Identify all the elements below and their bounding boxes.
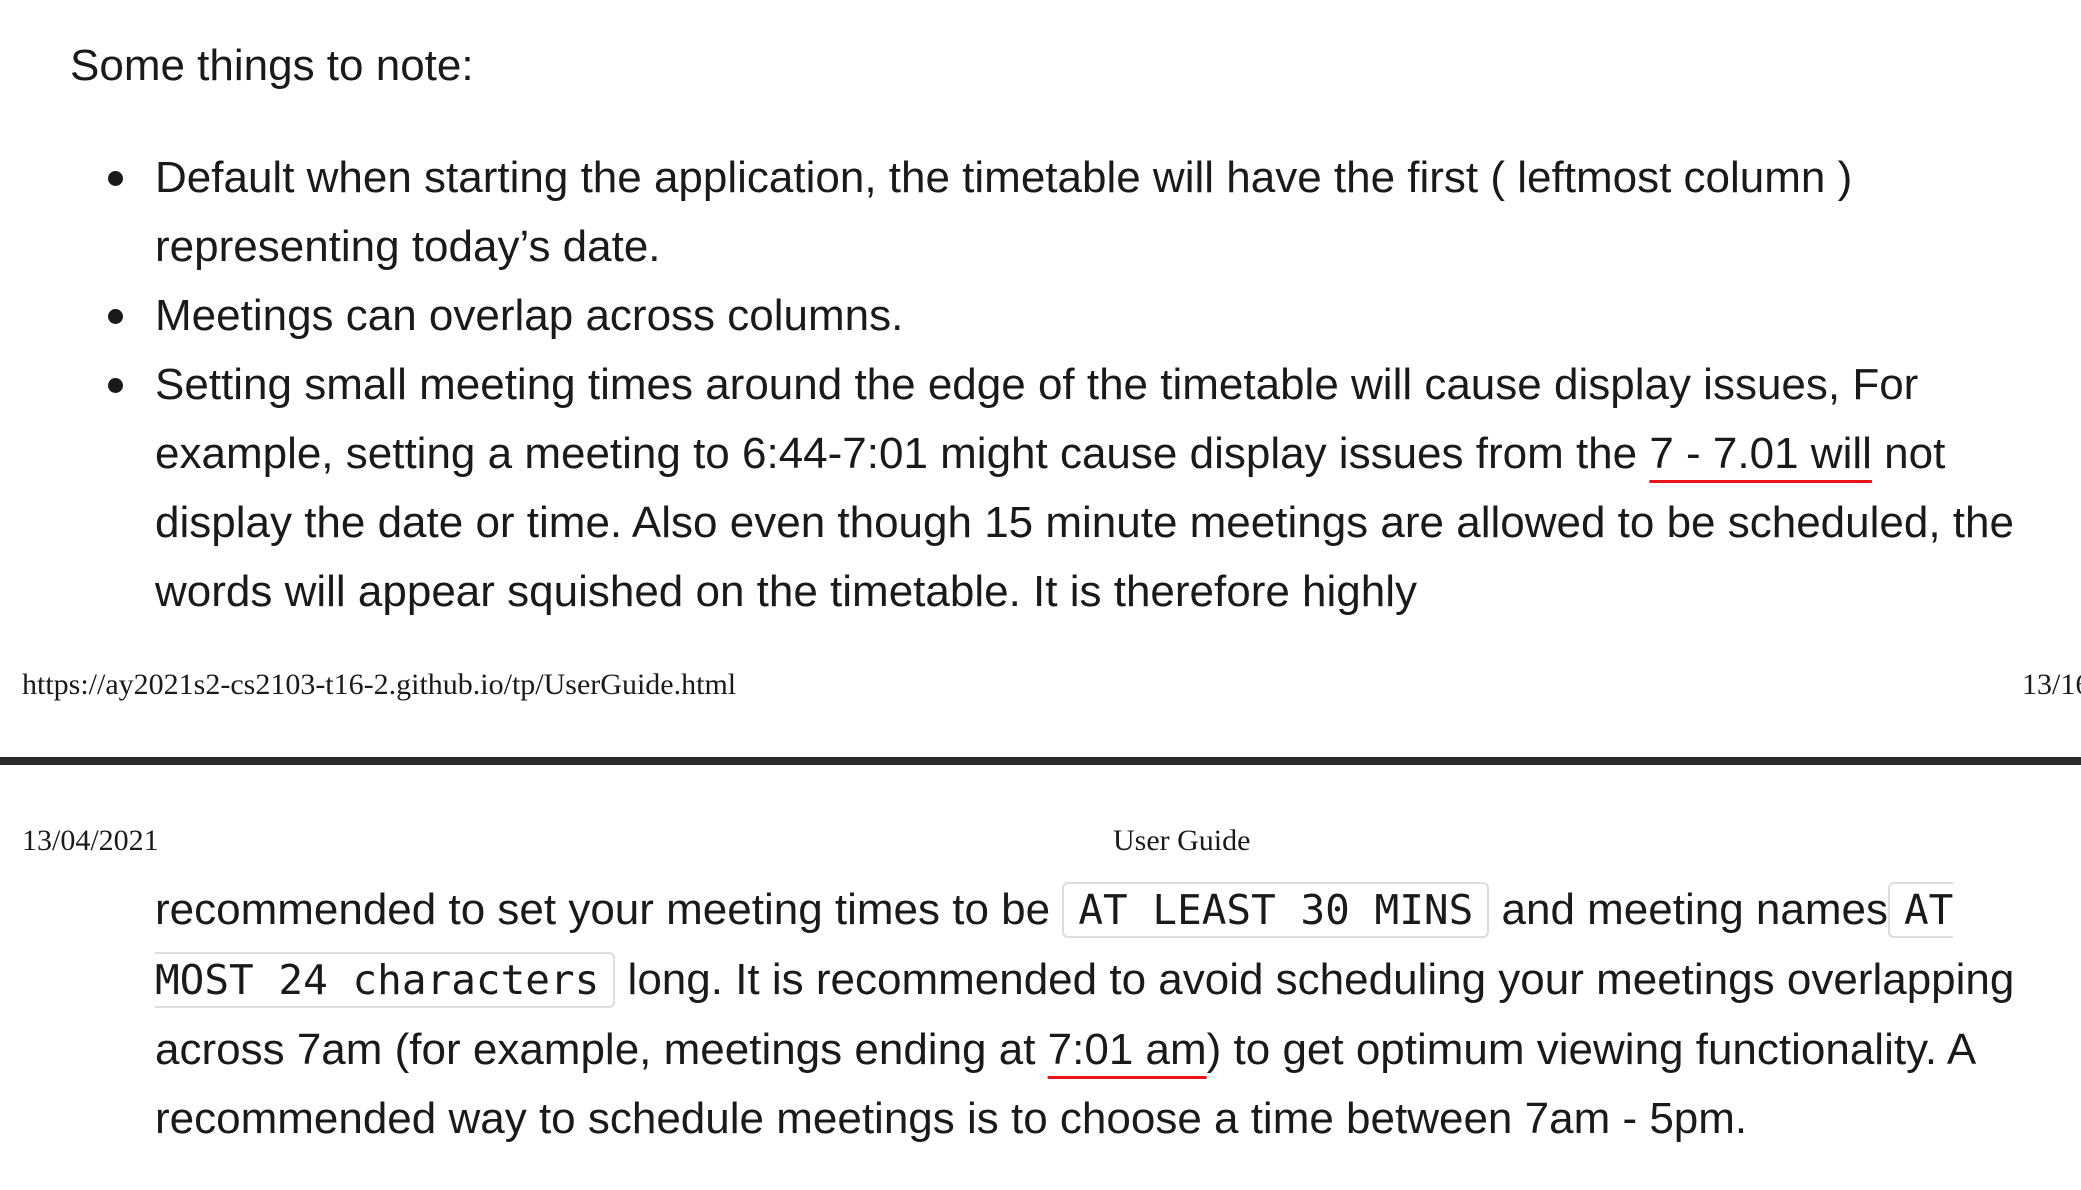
bullet-icon <box>108 378 123 393</box>
inline-code: AT LEAST 30 MINS <box>1062 882 1490 938</box>
bullet-icon <box>108 309 123 324</box>
red-underline-annotation: 7 - 7.01 will <box>1649 429 1872 478</box>
continuation-text: and meeting names <box>1489 885 1888 934</box>
continuation-text: recommended to set your meeting times to… <box>155 885 1063 934</box>
page-number: 13/16 <box>2022 668 2081 701</box>
bullet-icon <box>108 171 123 186</box>
red-underline-annotation: 7:01 am <box>1047 1025 1207 1074</box>
note-continuation: recommended to set your meeting times to… <box>155 875 2055 1153</box>
page-break-divider <box>0 757 2081 765</box>
page-footer-url: https://ay2021s2-cs2103-t16-2.github.io/… <box>22 668 737 701</box>
section-heading: Some things to note: <box>70 41 474 90</box>
list-item: Setting small meeting times around the e… <box>108 350 2055 626</box>
page-header-title: User Guide <box>1113 824 1251 857</box>
note-text: Default when starting the application, t… <box>155 153 1853 271</box>
notes-list: Default when starting the application, t… <box>108 143 2055 626</box>
list-item: Default when starting the application, t… <box>108 143 2055 281</box>
page-header-date: 13/04/2021 <box>22 824 159 857</box>
note-text: Meetings can overlap across columns. <box>155 291 904 340</box>
list-item: Meetings can overlap across columns. <box>108 281 2055 350</box>
